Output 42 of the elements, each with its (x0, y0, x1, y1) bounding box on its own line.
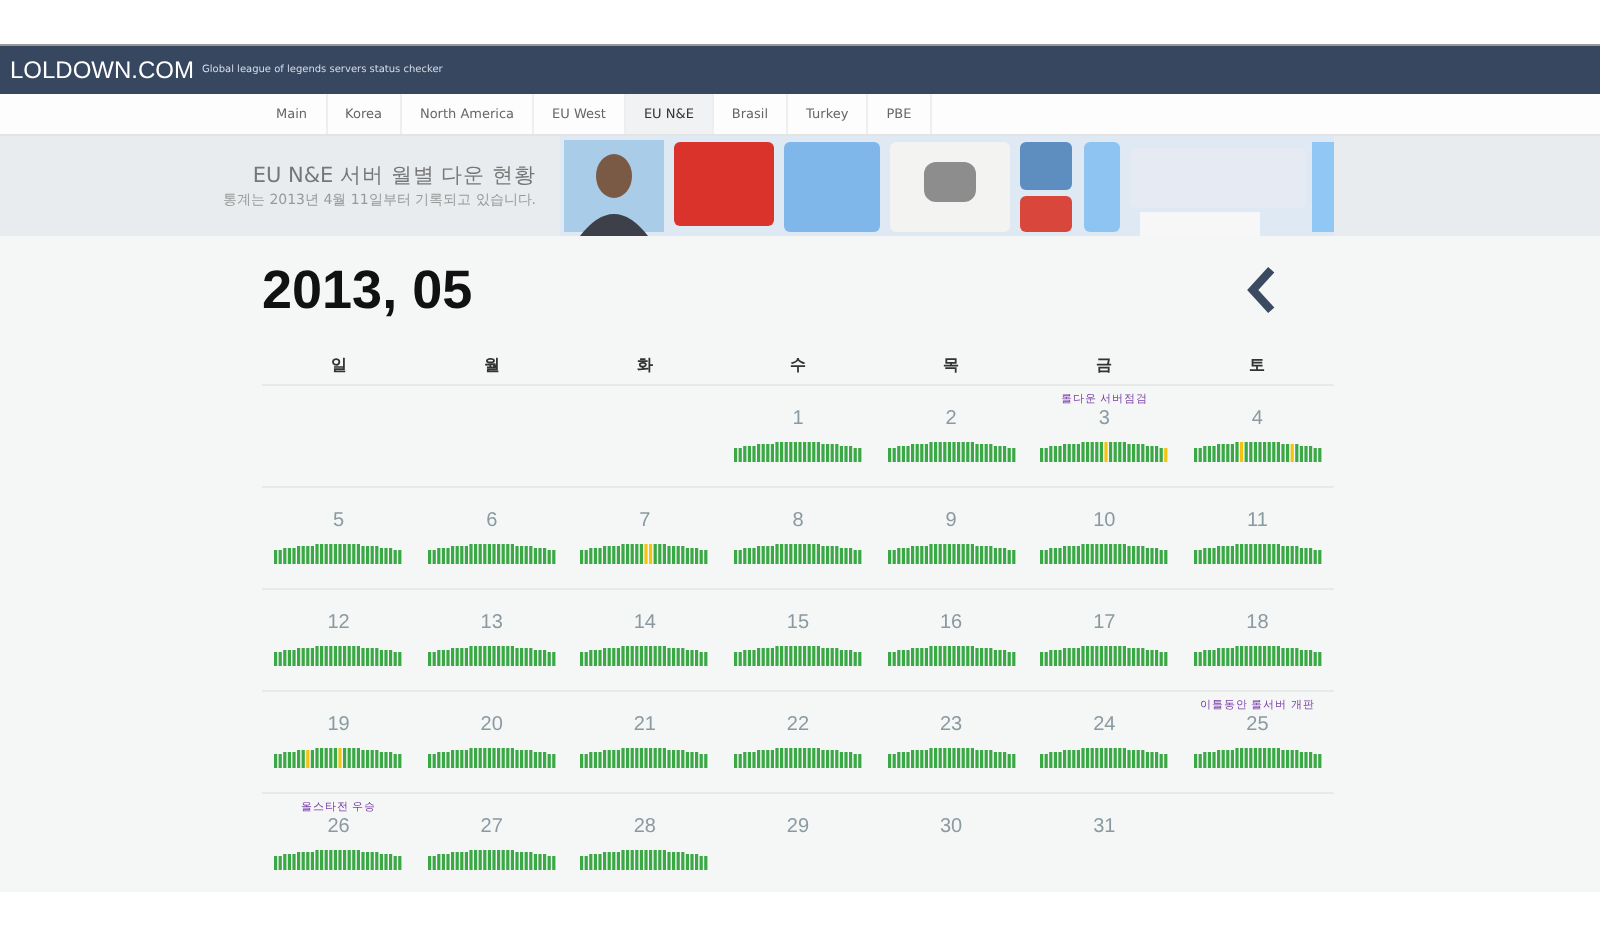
day-number: 28 (633, 816, 656, 842)
day-number: 20 (480, 714, 503, 740)
day-number: 6 (486, 510, 498, 536)
month-title: 2013, 05 (262, 259, 473, 321)
chevron-left-icon[interactable] (1246, 266, 1278, 314)
site-logo[interactable]: LOLDOWN.COM (10, 56, 195, 84)
day-number: 25 (1246, 714, 1269, 740)
weekday-label: 일 (328, 353, 349, 375)
day-number: 17 (1093, 612, 1116, 638)
day-number: 2 (945, 408, 957, 434)
day-number: 27 (480, 816, 503, 842)
day-number: 9 (945, 510, 957, 536)
day-number: 12 (327, 612, 350, 638)
page-heading: EU N&E 서버 월별 다운 현황 (252, 162, 536, 190)
day-number: 1 (792, 408, 804, 434)
weekday-label: 월 (481, 353, 502, 375)
day-number: 31 (1093, 816, 1116, 842)
weekday-label: 금 (1094, 353, 1115, 375)
day-number: 21 (633, 714, 656, 740)
day-number: 30 (940, 816, 963, 842)
day-number: 11 (1247, 510, 1268, 536)
day-number: 5 (333, 510, 345, 536)
day-number: 22 (786, 714, 810, 740)
day-number: 23 (940, 714, 963, 740)
day-number: 10 (1093, 510, 1116, 536)
day-number: 15 (786, 612, 810, 638)
weekday-label: 수 (787, 353, 808, 375)
day-number: 26 (327, 816, 350, 842)
day-number: 18 (1246, 612, 1269, 638)
day-number: 19 (327, 714, 350, 740)
day-number: 7 (639, 510, 651, 536)
day-number: 24 (1093, 714, 1116, 740)
weekday-label: 토 (1247, 353, 1268, 375)
day-number: 14 (633, 612, 656, 638)
weekday-label: 목 (941, 353, 962, 375)
day-number: 29 (786, 816, 810, 842)
weekday-label: 화 (634, 353, 655, 375)
day-number: 3 (1098, 408, 1110, 434)
day-number: 13 (480, 612, 503, 638)
day-number: 4 (1251, 408, 1263, 434)
day-number: 16 (940, 612, 963, 638)
day-number: 8 (792, 510, 804, 536)
